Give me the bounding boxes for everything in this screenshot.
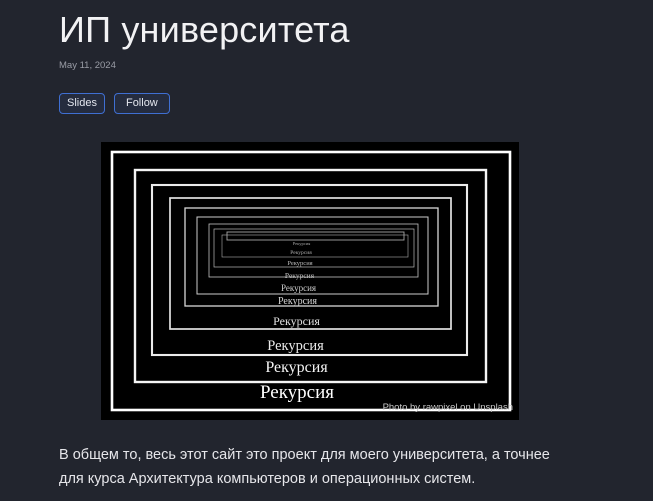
post-date: May 11, 2024 [59,60,116,71]
page-title: ИП университета [59,9,350,50]
photo-credit: Photo by rawpixel on Unsplash [382,402,513,413]
recursion-label: Рекурсия [293,241,311,246]
recursion-image: Рекурсия Рекурсия Рекурсия Рекурсия Рекурсия… [101,142,519,420]
blog-post-page: ИП университета May 11, 2024 Slides Foll… [0,0,653,501]
recursion-label: Рекурсия [281,283,316,293]
recursion-label: Рекурсия [267,338,324,354]
follow-button[interactable]: Follow [113,93,170,114]
tag-list: Slides Follow [59,93,170,114]
recursion-label: Рекурсия [290,250,312,256]
recursion-label: Рекурсия [278,296,317,307]
recursion-frame [226,231,405,241]
tag-slides[interactable]: Slides [59,93,105,114]
recursion-illustration: Рекурсия Рекурсия Рекурсия Рекурсия Рекурсия… [110,150,512,412]
recursion-label: Рекурсия [287,260,312,267]
recursion-label: Рекурсия [260,382,334,403]
recursion-frame [221,234,409,258]
intro-paragraph: В общем то, весь этот сайт это проект дл… [59,443,579,491]
recursion-frame [213,228,415,268]
intro-paragraph-line: для курса Архитектура компьютеров и опер… [59,471,476,487]
intro-paragraph-line: В общем то, весь этот сайт это проект дл… [59,447,550,463]
recursion-label: Рекурсия [285,271,315,280]
recursion-label: Рекурсия [265,359,328,376]
recursion-label: Рекурсия [273,314,320,328]
